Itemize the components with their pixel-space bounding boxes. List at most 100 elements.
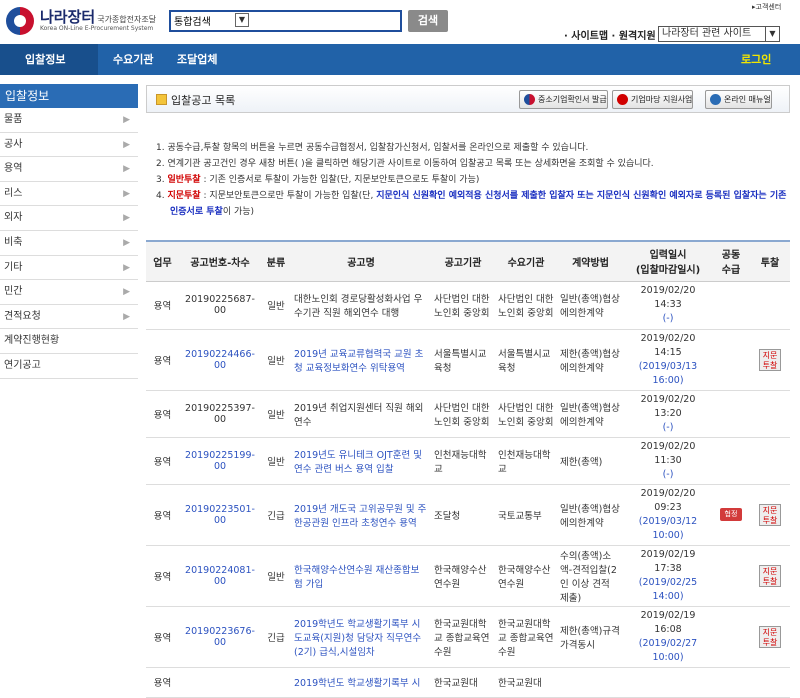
login-link[interactable]: 로그인 [741,44,771,75]
row-org: 인천재능대학교 [431,437,495,485]
row-bid [750,281,790,330]
row-notice-name[interactable]: 2019년 교육교류협력국 교원 초청 교육정보화연수 위탁용역 [291,329,431,391]
row-notice-no[interactable]: 20190225199-00 [179,437,261,485]
row-category [261,667,291,698]
row-notice-no[interactable]: 20190223676-00 [179,606,261,668]
row-notice-no[interactable]: 20190224466-00 [179,329,261,391]
row-date: 2019/02/20 11:30 (-) [624,437,712,485]
search-box[interactable]: 통합검색 ▼ [169,10,402,32]
col-bid: 투찰 [750,240,790,282]
row-category: 일반 [261,329,291,391]
table-row: 용역 20190224081-00 일반 한국해양수산연수원 재산종합보험 가입 한국해… [146,545,790,607]
row-type: 용역 [146,545,179,607]
sidebar-item-stockpile[interactable]: 비축 ▶ [0,231,138,256]
joint-agreement-button[interactable]: 협정 [720,508,742,521]
row-method: 제한(총액) [557,437,624,485]
row-notice-no[interactable]: 20190223501-00 [179,484,261,546]
search-button[interactable]: 검색 [408,10,448,32]
row-notice-no[interactable]: 20190225397-00 [179,390,261,438]
row-notice-no[interactable]: 20190225687-00 [179,281,261,330]
row-notice-name[interactable]: 한국해양수산연수원 재산종합보험 가입 [291,545,431,607]
row-joint [712,329,750,391]
row-deadline: (-) [662,468,674,480]
sidebar-item-lease[interactable]: 리스 ▶ [0,182,138,207]
chevron-right-icon: ▶ [123,139,130,150]
sidebar-item-goods[interactable]: 물품 ▶ [0,108,138,133]
row-bid[interactable]: 지문 투찰 [750,484,790,546]
row-input-date: 2019/02/20 11:30 [640,440,696,466]
note-4: 4. 지문투찰 : 지문보안토큰으로만 투찰이 가능한 입찰(단, 지문인식 신… [156,191,787,217]
row-notice-name[interactable]: 2019학년도 학교생활기록부 시 [291,667,431,698]
sidebar-item-private[interactable]: 민간 ▶ [0,280,138,305]
nav-demand-org[interactable]: 수요기관 [113,44,153,75]
row-notice-name[interactable]: 2019년도 유니테크 OJT훈련 및 연수 관련 버스 용역 입찰 [291,437,431,485]
sidebar-item-etc[interactable]: 기타 ▶ [0,256,138,281]
customer-center-link[interactable]: ▸고객센터 [752,2,781,12]
nav-bid-info[interactable]: 입찰정보 [0,44,98,75]
row-joint[interactable]: 협정 [712,484,750,546]
logo-title: 나라장터 [40,8,96,26]
fingerprint-bid-button[interactable]: 지문 투찰 [759,564,781,587]
row-org: 사단법인 대한노인회 중앙회 [431,281,495,330]
row-notice-name[interactable]: 2019학년도 학교생활기록부 시도교육(지원)청 담당자 직무연수(2기) 급… [291,606,431,668]
table-row: 용역 20190225687-00 일반 대한노인회 경로당활성화사업 우수기관 직원… [146,281,790,330]
util-links[interactable]: · 사이트맵 · 원격지원 [564,27,656,42]
row-org: 한국교원대 [431,667,495,698]
row-bid[interactable]: 지문 투찰 [750,329,790,391]
sidebar-title: 입찰정보 [0,84,138,108]
fingerprint-bid-button[interactable]: 지문 투찰 [759,503,781,526]
fingerprint-bid-button[interactable]: 지문 투찰 [759,625,781,648]
row-input-date: 2019/02/20 09:23 [640,487,696,513]
row-deadline: (2019/02/25 14:00) [638,576,698,602]
sidebar-item-quote[interactable]: 견적요청 ▶ [0,305,138,330]
table-row: 용역 20190225199-00 일반 2019년도 유니테크 OJT훈련 및 연수… [146,437,790,485]
biz-support-button[interactable]: 기업마당 지원사업 [612,90,694,109]
row-date [624,667,712,698]
chevron-down-icon[interactable]: ▼ [765,27,779,41]
related-sites-select[interactable]: 나라장터 관련 사이트 ▼ [658,26,780,42]
row-date: 2019/02/19 17:38 (2019/02/25 14:00) [624,545,712,607]
col-demand-org: 수요기관 [495,240,557,282]
sme-certificate-button[interactable]: 중소기업확인서 발급 [519,90,608,109]
fingerprint-bid-button[interactable]: 지문 투찰 [759,348,781,371]
row-notice-name[interactable]: 2019년 개도국 고위공무원 및 주한공관원 인프라 초청연수 용역 [291,484,431,546]
row-category: 일반 [261,437,291,485]
row-notice-name[interactable]: 2019년 취업지원센터 직원 해외연수 [291,390,431,438]
row-date: 2019/02/20 14:33 (-) [624,281,712,330]
row-demand-org: 한국해양수산연수원 [495,545,557,607]
site-logo[interactable]: 나라장터 국가종합전자조달 Korea ON-Line E-Procurement… [6,7,156,35]
sidebar-item-construction[interactable]: 공사 ▶ [0,133,138,158]
chevron-down-icon[interactable]: ▼ [235,13,249,27]
row-bid [750,437,790,485]
sidebar-item-service[interactable]: 용역 ▶ [0,157,138,182]
row-method: 일반(총액)협상에의한계약 [557,281,624,330]
row-bid[interactable]: 지문 투찰 [750,606,790,668]
row-method [557,667,624,698]
chevron-right-icon: ▶ [123,237,130,248]
table-header-row: 업무 공고번호-차수 분류 공고명 공고기관 수요기관 계약방법 입력일시 (입… [146,240,790,282]
row-notice-no[interactable] [179,667,261,698]
col-method: 계약방법 [557,240,624,282]
row-type: 용역 [146,437,179,485]
search-category-select[interactable]: 통합검색 [174,13,211,28]
row-notice-no[interactable]: 20190224081-00 [179,545,261,607]
row-method: 일반(총액)협상에의한계약 [557,484,624,546]
chevron-right-icon: ▶ [123,287,130,298]
row-notice-name[interactable]: 대한노인회 경로당활성화사업 우수기관 직원 해외연수 대행 [291,281,431,330]
row-date: 2019/02/19 16:08 (2019/02/27 10:00) [624,606,712,668]
row-org: 한국해양수산연수원 [431,545,495,607]
col-category: 분류 [261,240,291,282]
row-deadline: (2019/02/27 10:00) [638,637,698,663]
row-bid[interactable]: 지문 투찰 [750,545,790,607]
nav-supplier[interactable]: 조달업체 [177,44,217,75]
row-type: 용역 [146,606,179,668]
page-title: 입찰공고 목록 [171,94,236,107]
note-icon [156,94,167,105]
sidebar-item-postponed[interactable]: 연기공고 [0,354,138,379]
online-manual-button[interactable]: 온라인 매뉴얼 [705,90,772,109]
row-method: 제한(총액)협상에의한계약 [557,329,624,391]
sidebar-item-foreign[interactable]: 외자 ▶ [0,206,138,231]
sidebar-item-contract-status[interactable]: 계약진행현황 [0,329,138,354]
row-deadline: (2019/03/12 10:00) [638,515,698,541]
col-org: 공고기관 [431,240,495,282]
